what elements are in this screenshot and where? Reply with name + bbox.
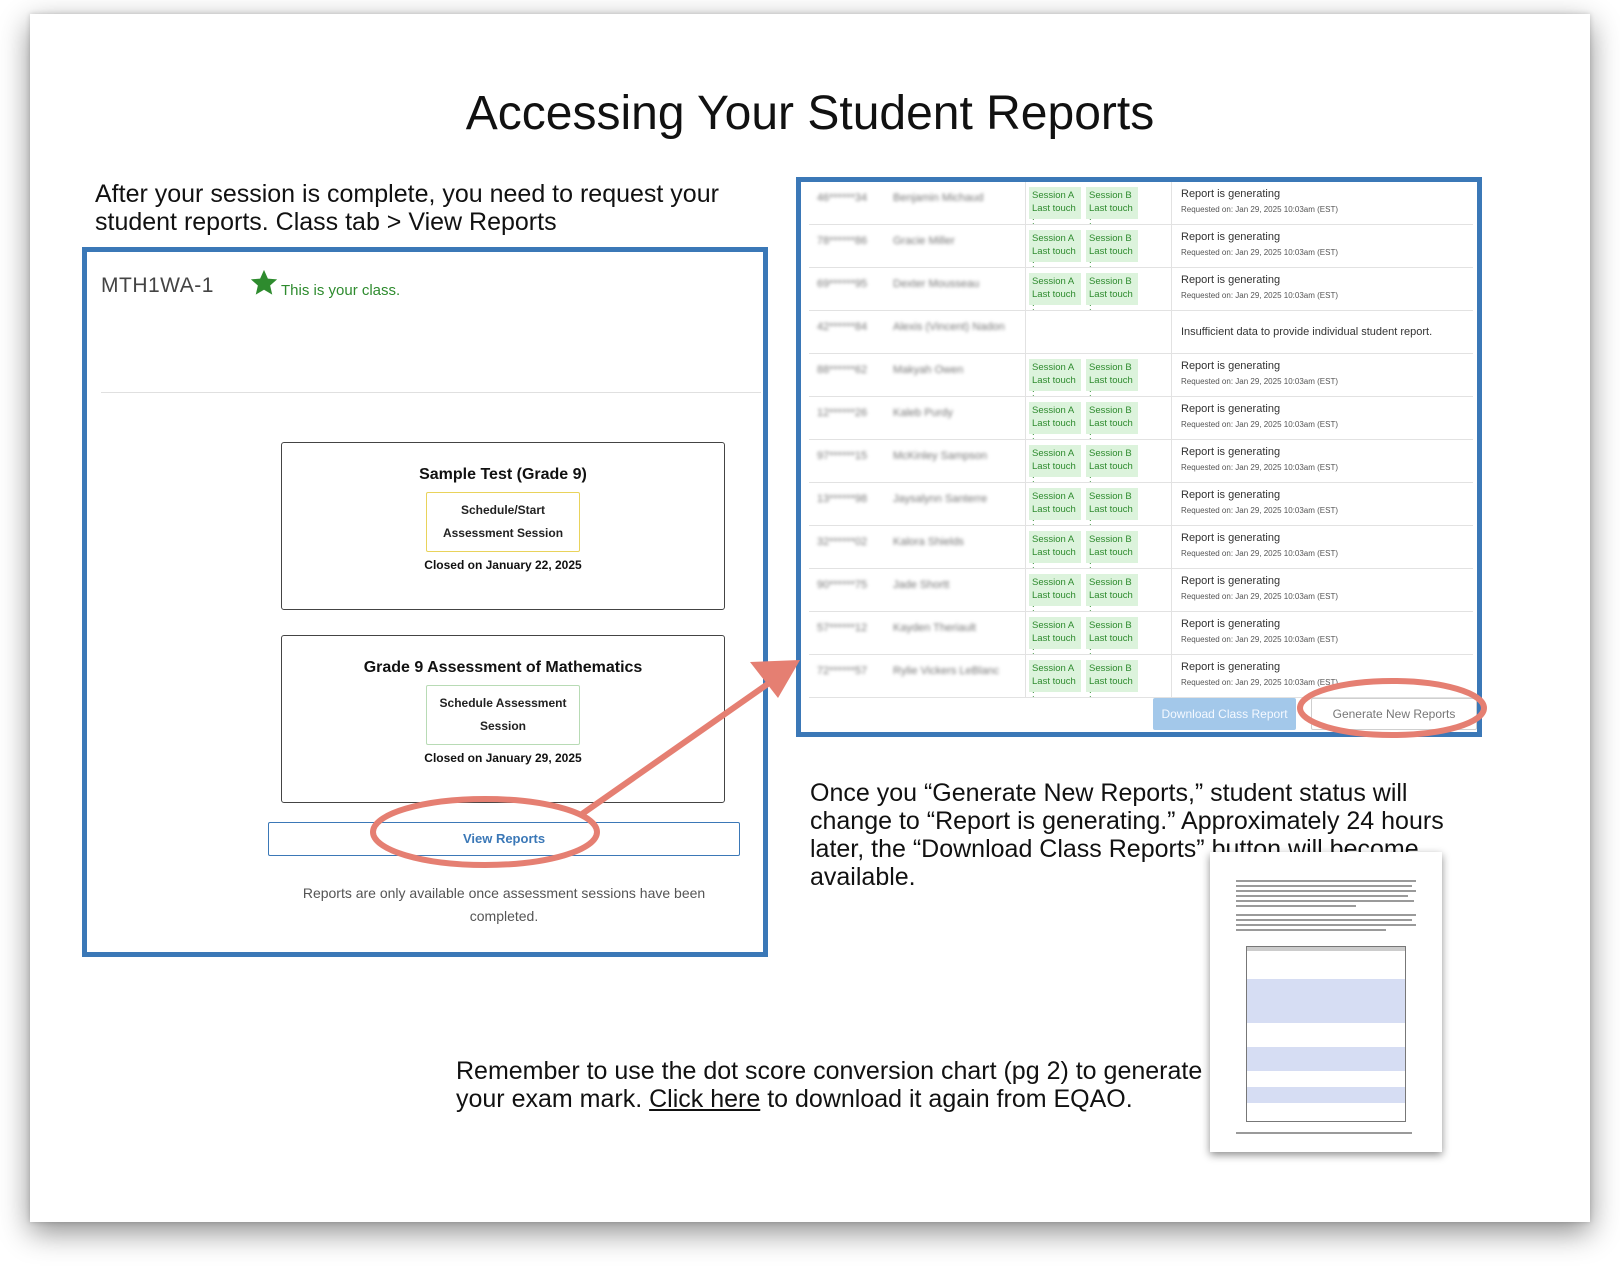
highlight-generate-reports [1297, 678, 1487, 738]
slide: Accessing Your Student Reports After you… [30, 14, 1590, 1222]
arrow-icon [579, 671, 785, 817]
annotations [370, 660, 1487, 868]
highlight-view-reports [370, 796, 600, 868]
